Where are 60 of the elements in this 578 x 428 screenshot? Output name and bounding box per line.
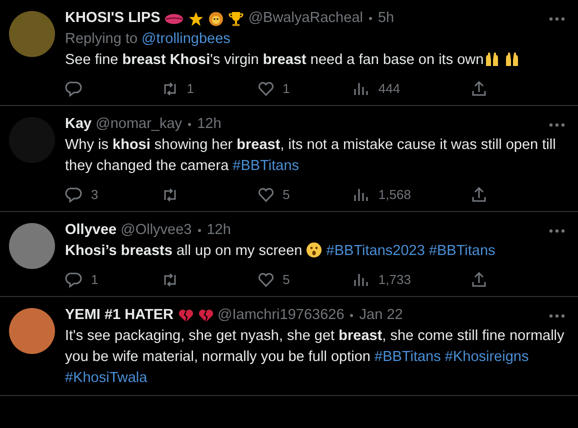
like-count: 5: [282, 186, 290, 204]
timestamp[interactable]: 5h: [378, 8, 394, 29]
like-icon[interactable]: [256, 271, 275, 289]
timestamp[interactable]: 12h: [206, 220, 231, 241]
view-count: 444: [378, 80, 400, 98]
views-icon[interactable]: [352, 271, 370, 289]
reply-icon[interactable]: [65, 271, 83, 289]
views-icon[interactable]: [352, 80, 370, 98]
retweet-count: 1: [186, 80, 194, 98]
hashtag-link[interactable]: #BBTitans2023: [326, 243, 425, 259]
more-options-icon[interactable]: [548, 122, 566, 128]
trophy-icon: [228, 10, 244, 26]
tweet-text: See fine breast Khosi's virgin breast need a fan base on its own: [65, 50, 566, 71]
hashtag-link[interactable]: #BBTitans: [374, 349, 441, 365]
user-name[interactable]: KHOSI'S LIPS: [65, 8, 160, 29]
tweet-text: It's see packaging, she get nyash, she get breast, she come still fine normally you be wife material, normally you be full option #BBTitans #Khosireigns #KhosiTwala: [65, 327, 566, 388]
share-icon[interactable]: [470, 80, 488, 98]
user-handle[interactable]: @Iamchri19763626: [218, 305, 344, 326]
user-name[interactable]: YEMI #1 HATER: [65, 305, 174, 326]
raised-hands-icon: [504, 51, 520, 67]
hashtag-link[interactable]: #Khosireigns: [444, 349, 529, 365]
reply-icon[interactable]: [65, 80, 83, 98]
share-icon[interactable]: [470, 186, 488, 204]
avatar-image: [9, 11, 55, 57]
like-count: 1: [282, 80, 290, 98]
timestamp[interactable]: 12h: [197, 114, 222, 135]
views-icon[interactable]: [352, 186, 370, 204]
view-count: 1,568: [378, 186, 411, 204]
tweet-text: Khosi’s breasts all up on my screen #BBTitans2023 #BBTitans: [65, 241, 496, 261]
reply-count: 1: [91, 271, 98, 290]
lion-icon: [208, 10, 224, 26]
user-name[interactable]: Kay: [65, 114, 92, 135]
hashtag-link[interactable]: #BBTitans: [428, 243, 496, 259]
reply-count: 3: [91, 186, 98, 204]
reply-icon[interactable]: [65, 186, 83, 204]
replying-to-label: Replying to: [65, 30, 138, 49]
more-options-icon[interactable]: [548, 312, 566, 318]
broken-heart-icon: [198, 308, 214, 324]
avatar-image: [9, 308, 55, 354]
like-icon[interactable]: [256, 186, 275, 204]
broken-heart-icon: [178, 308, 194, 324]
hashtag-link[interactable]: #BBTitans: [232, 158, 300, 174]
raised-hands-icon: [484, 51, 500, 67]
like-icon[interactable]: [256, 80, 275, 98]
user-handle[interactable]: @Ollyvee3: [120, 220, 192, 241]
share-icon[interactable]: [470, 271, 488, 289]
avatar-image: [9, 223, 55, 269]
tweet-text: Why is khosi showing her breast, its not a mistake cause it was still open till they changed the camera #BBTitans: [65, 136, 557, 176]
user-handle[interactable]: @BwalyaRacheal: [248, 8, 363, 29]
hashtag-link[interactable]: #KhosiTwala: [65, 370, 148, 386]
user-name[interactable]: Ollyvee: [65, 220, 117, 241]
more-options-icon[interactable]: [548, 16, 566, 22]
timestamp[interactable]: Jan 22: [359, 305, 403, 326]
view-count: 1,733: [378, 271, 411, 290]
like-count: 5: [282, 271, 290, 290]
more-options-icon[interactable]: [548, 228, 566, 234]
star-icon: [188, 10, 204, 26]
astonished-face-icon: [306, 242, 322, 258]
user-handle[interactable]: @nomar_kay: [96, 114, 182, 135]
mention-link[interactable]: @trollingbees: [142, 29, 230, 50]
